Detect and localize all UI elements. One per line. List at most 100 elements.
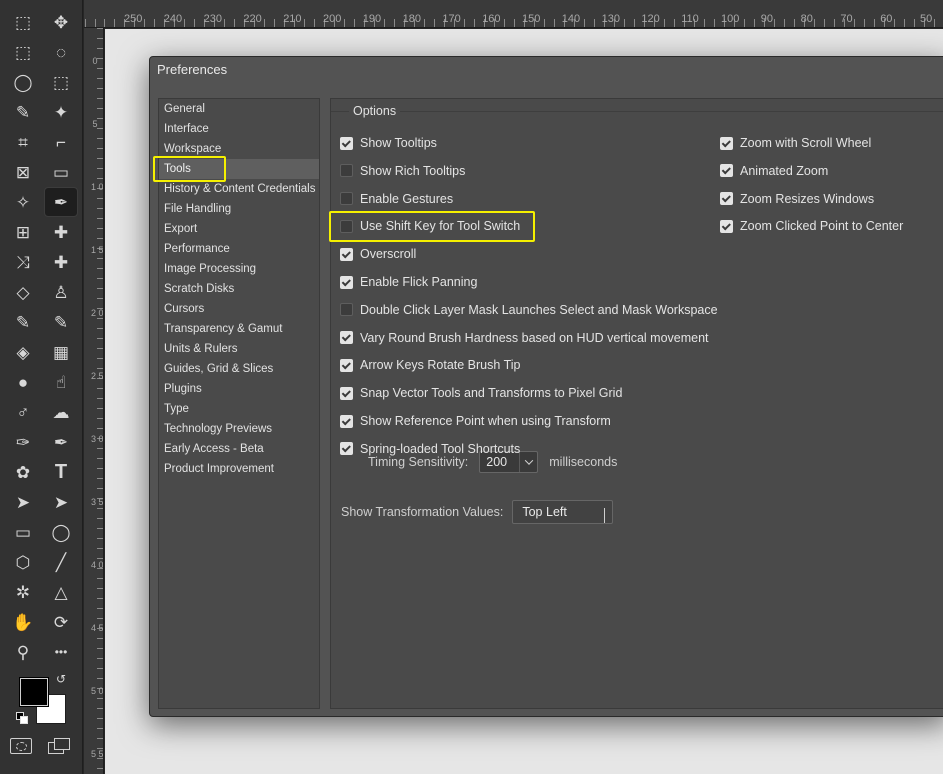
option-row[interactable]: Snap Vector Tools and Transforms to Pixe… (340, 383, 622, 403)
category-item[interactable]: Product Improvement (159, 459, 319, 479)
checkbox-checked[interactable] (340, 414, 353, 428)
category-item[interactable]: Cursors (159, 299, 319, 319)
category-item[interactable]: Type (159, 399, 319, 419)
chevron-down-icon[interactable] (519, 452, 537, 472)
more-tools-icon[interactable]: ••• (45, 638, 77, 666)
category-item[interactable]: File Handling (159, 199, 319, 219)
color-replacement-icon[interactable]: ✎ (7, 308, 39, 336)
remove-tool-icon[interactable]: ⊞ (7, 218, 39, 246)
category-item[interactable]: Performance (159, 239, 319, 259)
option-row[interactable]: Spring-loaded Tool Shortcuts (340, 439, 520, 459)
triangle-icon[interactable]: △ (45, 578, 77, 606)
line-icon[interactable]: ╱ (45, 548, 77, 576)
ellipse-icon[interactable]: ◯ (45, 518, 77, 546)
checkbox-checked[interactable] (340, 442, 353, 456)
dodge-icon[interactable]: ♂ (7, 398, 39, 426)
checkbox-unchecked[interactable] (340, 303, 353, 317)
ruler-icon[interactable]: ▭ (45, 158, 77, 186)
object-selection-icon[interactable]: ⬚ (45, 68, 77, 96)
rectangle-icon[interactable]: ▭ (7, 518, 39, 546)
category-item[interactable]: Scratch Disks (159, 279, 319, 299)
healing-brush-icon[interactable]: ✚ (45, 218, 77, 246)
type-icon[interactable]: T (45, 458, 77, 486)
category-item[interactable]: General (159, 99, 319, 119)
gradient-icon[interactable]: ▦ (45, 338, 77, 366)
rotate-view-icon[interactable]: ⟳ (45, 608, 77, 636)
artboard-icon[interactable]: ⬚ (7, 8, 39, 36)
blur-icon[interactable]: ● (7, 368, 39, 396)
checkbox-checked[interactable] (720, 136, 733, 150)
pen-icon[interactable]: ✒ (45, 428, 77, 456)
category-item[interactable]: Plugins (159, 379, 319, 399)
eyedropper-icon[interactable]: ✒ (44, 187, 78, 217)
checkbox-checked[interactable] (340, 358, 353, 372)
rectangular-marquee-icon[interactable]: ⬚ (7, 38, 39, 66)
checkbox-checked[interactable] (340, 331, 353, 345)
category-item[interactable]: Units & Rulers (159, 339, 319, 359)
option-row[interactable]: Animated Zoom (720, 161, 828, 181)
transformation-values-select[interactable]: Top Left (512, 500, 614, 524)
custom-shape-icon[interactable]: ✲ (7, 578, 39, 606)
checkbox-checked[interactable] (340, 247, 353, 261)
move-icon[interactable]: ✥ (45, 8, 77, 36)
elliptical-marquee-icon[interactable]: ◌ (45, 38, 77, 66)
patch-icon[interactable]: ✚ (45, 248, 77, 276)
sponge-icon[interactable]: ☁ (45, 398, 77, 426)
history-brush-icon[interactable]: ✿ (7, 458, 39, 486)
lasso-icon[interactable]: ◯ (7, 68, 39, 96)
category-item[interactable]: History & Content Credentials (159, 179, 319, 199)
checkbox-checked[interactable] (340, 275, 353, 289)
eraser-icon[interactable]: ◇ (7, 278, 39, 306)
path-selection-icon[interactable]: ➤ (45, 488, 77, 516)
checkbox-checked[interactable] (720, 219, 733, 233)
option-row[interactable]: Show Rich Tooltips (340, 161, 465, 181)
default-colors-icon[interactable] (16, 712, 28, 724)
category-item[interactable]: Image Processing (159, 259, 319, 279)
option-row[interactable]: Enable Gestures (340, 189, 453, 209)
perspective-crop-icon[interactable]: ⌗ (7, 128, 39, 156)
checkbox-checked[interactable] (720, 164, 733, 178)
checkbox-checked[interactable] (340, 136, 353, 150)
polygon-icon[interactable]: ⬡ (7, 548, 39, 576)
foreground-color-swatch[interactable] (20, 678, 48, 706)
option-row[interactable]: Overscroll (340, 244, 416, 264)
crop-icon[interactable]: ⌐ (45, 128, 77, 156)
checkbox-unchecked[interactable] (340, 192, 353, 206)
hand-icon[interactable]: ✋ (7, 608, 39, 636)
option-row[interactable]: Arrow Keys Rotate Brush Tip (340, 355, 520, 375)
category-item[interactable]: Technology Previews (159, 419, 319, 439)
frame-icon[interactable]: ⊠ (7, 158, 39, 186)
quick-selection-icon[interactable]: ✎ (7, 98, 39, 126)
option-row[interactable]: Enable Flick Panning (340, 272, 477, 292)
checkbox-unchecked[interactable] (340, 164, 353, 178)
option-row[interactable]: Use Shift Key for Tool Switch (329, 211, 535, 243)
option-row[interactable]: Vary Round Brush Hardness based on HUD v… (340, 328, 709, 348)
category-item[interactable]: Guides, Grid & Slices (159, 359, 319, 379)
checkbox-checked[interactable] (340, 386, 353, 400)
option-row[interactable]: Show Tooltips (340, 133, 437, 153)
option-row[interactable]: Zoom Clicked Point to Center (720, 216, 903, 236)
color-sampler-icon[interactable]: ✧ (7, 188, 39, 216)
option-row[interactable]: Show Reference Point when using Transfor… (340, 411, 611, 431)
option-row[interactable]: Zoom with Scroll Wheel (720, 133, 871, 153)
option-row[interactable]: Zoom Resizes Windows (720, 189, 874, 209)
clone-stamp-icon[interactable]: ♙ (45, 278, 77, 306)
ruler-label: 140 (561, 13, 581, 25)
category-item[interactable]: Transparency & Gamut (159, 319, 319, 339)
brush-icon[interactable]: ✎ (45, 308, 77, 336)
screen-mode-icon[interactable] (48, 738, 72, 756)
magic-wand-icon[interactable]: ✦ (45, 98, 77, 126)
option-row[interactable]: Double Click Layer Mask Launches Select … (340, 300, 718, 320)
zoom-icon[interactable]: ⚲ (7, 638, 39, 666)
category-item[interactable]: Export (159, 219, 319, 239)
content-aware-move-icon[interactable]: ⤨ (7, 248, 39, 276)
quick-mask-icon[interactable] (10, 738, 32, 754)
category-item[interactable]: Early Access - Beta (159, 439, 319, 459)
freeform-pen-icon[interactable]: ✑ (7, 428, 39, 456)
checkbox-checked[interactable] (720, 192, 733, 206)
category-item[interactable]: Interface (159, 119, 319, 139)
paint-bucket-icon[interactable]: ◈ (7, 338, 39, 366)
swap-colors-icon[interactable]: ↺ (56, 672, 66, 686)
smudge-icon[interactable]: ☝ (45, 368, 77, 396)
direct-selection-icon[interactable]: ➤ (7, 488, 39, 516)
